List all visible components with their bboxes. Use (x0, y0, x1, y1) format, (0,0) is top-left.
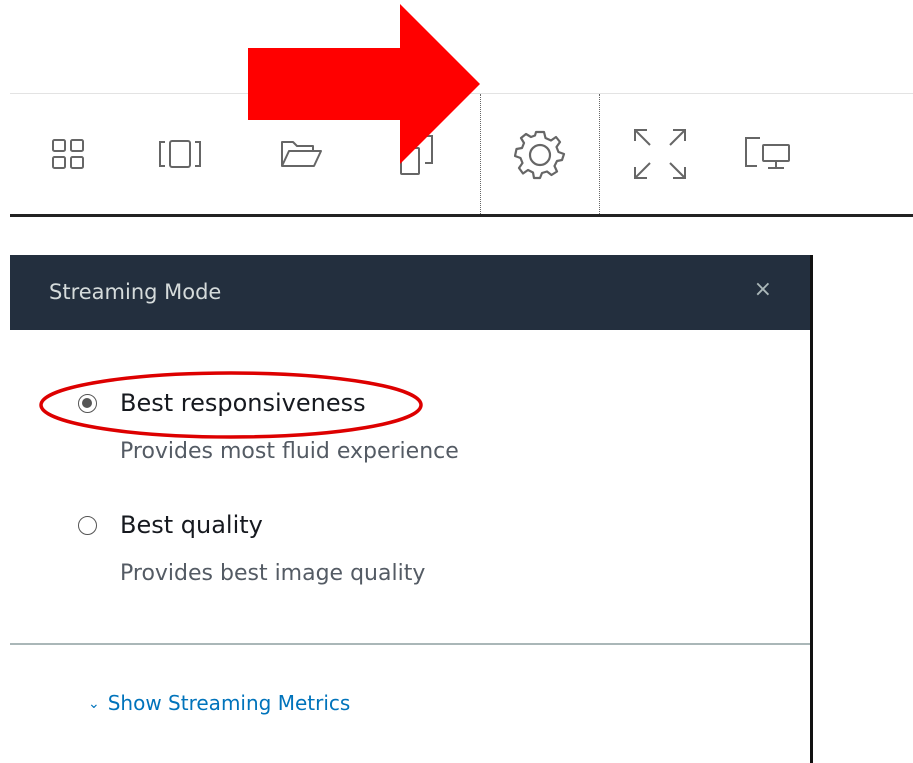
radio-best-responsiveness[interactable] (78, 394, 97, 413)
folder-icon (280, 141, 322, 167)
applications-icon (51, 139, 84, 169)
fullscreen-button[interactable] (620, 94, 700, 214)
option-description: Provides most fluid experience (120, 439, 459, 464)
windows-button[interactable] (148, 94, 213, 214)
radio-best-quality[interactable] (78, 516, 97, 535)
clipboard-button[interactable] (385, 94, 450, 214)
switch-display-button[interactable] (725, 94, 810, 214)
show-streaming-metrics-link[interactable]: ⌄ Show Streaming Metrics (88, 690, 350, 717)
windows-icon (158, 140, 201, 168)
chevron-down-icon: ⌄ (88, 696, 100, 712)
option-description: Provides best image quality (120, 561, 426, 586)
close-button[interactable]: × (754, 277, 772, 303)
fullscreen-icon (634, 129, 686, 179)
switch-display-icon (744, 137, 790, 169)
metrics-link-label: Show Streaming Metrics (107, 691, 351, 715)
panel-title: Streaming Mode (49, 280, 222, 304)
toolbar (10, 93, 913, 217)
settings-gear-icon (514, 130, 566, 180)
folder-button[interactable] (268, 94, 333, 214)
settings-button[interactable] (480, 94, 600, 214)
applications-button[interactable] (35, 94, 100, 214)
divider (10, 643, 810, 645)
option-label: Best responsiveness (120, 389, 366, 417)
panel-header: Streaming Mode × (10, 255, 810, 330)
option-label: Best quality (120, 511, 263, 539)
clipboard-icon (399, 135, 433, 175)
streaming-mode-panel: Streaming Mode × Best responsiveness Pro… (10, 255, 813, 763)
